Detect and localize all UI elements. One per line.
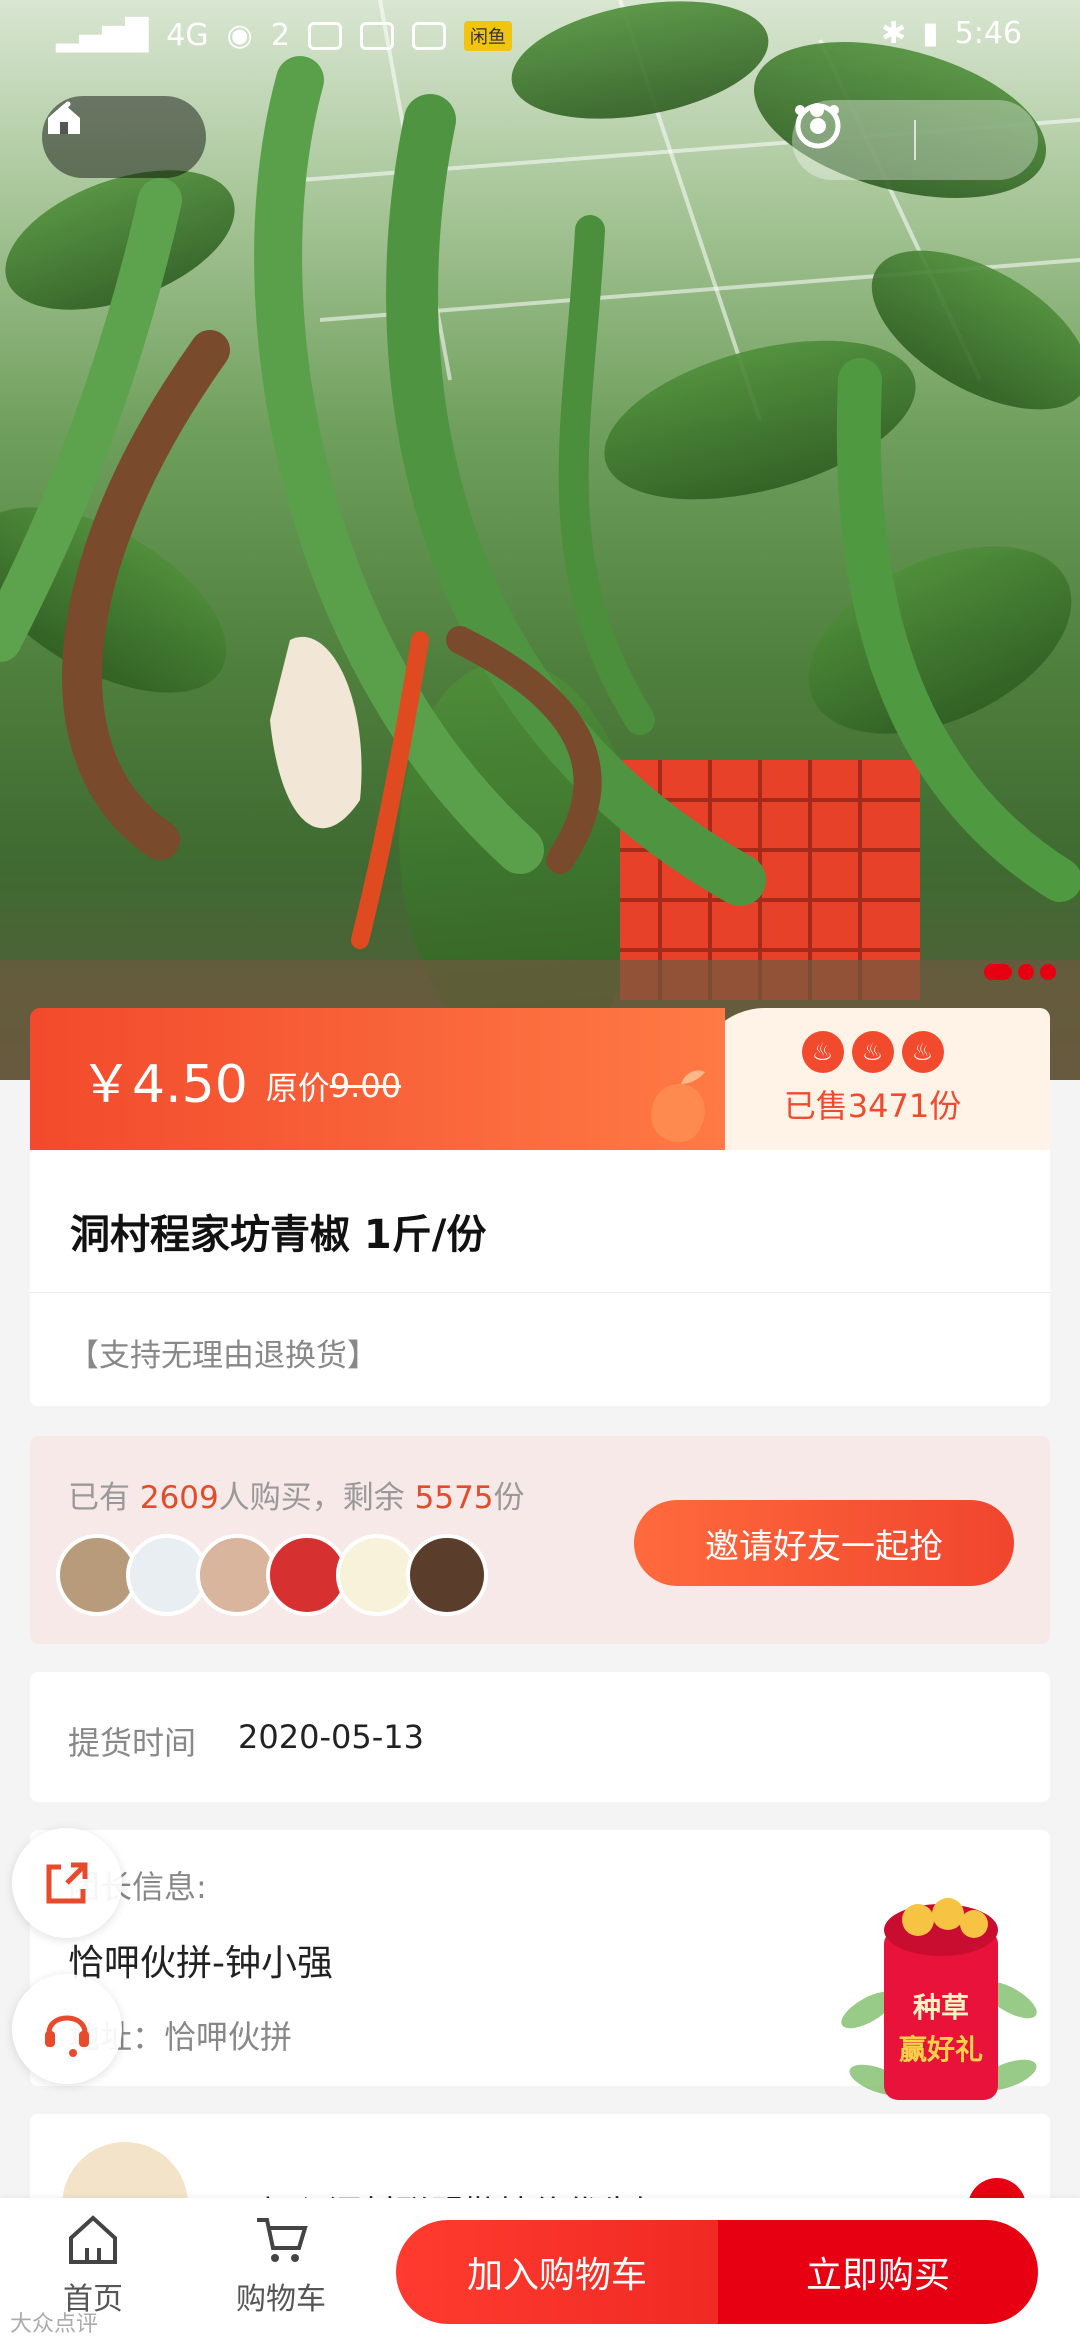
flame-icon: ♨ xyxy=(801,1031,844,1073)
gift-line1: 种草 xyxy=(912,1991,969,2024)
product-title: 洞村程家坊青椒 1斤/份 xyxy=(70,1212,487,1258)
home-outline-icon xyxy=(69,2215,117,2264)
stats-mid: 人购买，剩余 xyxy=(218,1480,415,1516)
product-hero-image[interactable]: ▂▄▆█ 4G ◉ 2 闲鱼 ✱ ▮ 5:46 xyxy=(0,0,1080,1080)
nav-capsule-right xyxy=(792,100,1038,180)
carousel-indicator xyxy=(984,964,1056,980)
battery-icon: ▮ xyxy=(922,16,939,51)
flame-icon: ♨ xyxy=(901,1031,944,1073)
pickup-date: 2020-05-13 xyxy=(238,1718,424,1756)
divider xyxy=(30,1292,1050,1293)
nav-home[interactable]: 首页 xyxy=(18,2212,168,2318)
nav-capsule-left xyxy=(42,96,206,178)
signal-icon: ▂▄▆█ xyxy=(56,18,149,53)
price-section: ￥4.50 原价 9.00 xyxy=(30,1008,725,1150)
cart-icon xyxy=(257,2218,308,2262)
pickup-label: 提货时间 xyxy=(68,1724,197,1762)
share-button[interactable] xyxy=(12,1828,122,1938)
sales-section: ♨ ♨ ♨ 已售3471份 xyxy=(695,1008,1050,1150)
share-icon xyxy=(46,1862,88,1904)
seed-gift-badge[interactable]: 种草 赢好礼 xyxy=(838,1890,1038,2120)
wifi-icon: ◉ xyxy=(226,18,253,53)
original-price: 9.00 xyxy=(329,1067,402,1105)
status-bar: ▂▄▆█ 4G ◉ 2 闲鱼 ✱ ▮ 5:46 xyxy=(0,0,1080,72)
nav-cart[interactable]: 购物车 xyxy=(206,2212,356,2318)
flame-icon: ♨ xyxy=(851,1031,894,1073)
avatar[interactable] xyxy=(406,1534,488,1616)
buy-now-button[interactable]: 立即购买 xyxy=(718,2220,1038,2324)
bought-count: 2609 xyxy=(139,1480,219,1516)
sim-slot: 2 xyxy=(270,18,290,53)
circle-target-icon[interactable] xyxy=(792,100,844,152)
wechat-icon xyxy=(307,21,342,50)
peach-decoration-icon xyxy=(651,1070,705,1143)
product-title-card: 洞村程家坊青椒 1斤/份 【支持无理由退换货】 xyxy=(30,1150,1050,1406)
remaining-count: 5575 xyxy=(414,1480,494,1516)
stats-prefix: 已有 xyxy=(68,1480,140,1516)
app-icon xyxy=(411,21,446,50)
leader-name: 恰呷伙拼-钟小强 xyxy=(68,1943,333,1984)
headset-icon xyxy=(45,2015,89,2057)
watermark: 大众点评 xyxy=(10,2312,99,2337)
pickup-time-card: 提货时间 2020-05-13 xyxy=(30,1672,1050,1802)
nav-cart-label: 购物车 xyxy=(236,2282,326,2317)
home-icon[interactable] xyxy=(42,96,86,140)
purchase-stats: 已有 2609人购买，剩余 5575份 xyxy=(68,1472,525,1517)
group-buy-card: 已有 2609人购买，剩余 5575份 邀请好友一起抢 xyxy=(30,1436,1050,1644)
network-type: 4G xyxy=(166,18,209,53)
capsule-divider xyxy=(914,120,916,160)
product-detail-page: ▂▄▆█ 4G ◉ 2 闲鱼 ✱ ▮ 5:46 ￥4.50 原价 9.00 ♨ … xyxy=(0,0,1080,2340)
stats-suffix: 份 xyxy=(493,1480,525,1516)
add-to-cart-button[interactable]: 加入购物车 xyxy=(396,2220,718,2324)
bottom-action-bar: 首页 购物车 加入购物车 立即购买 xyxy=(0,2198,1080,2340)
buyer-avatars xyxy=(56,1534,488,1616)
price-bar: ￥4.50 原价 9.00 ♨ ♨ ♨ 已售3471份 xyxy=(30,1008,1050,1150)
original-price-label: 原价 xyxy=(265,1069,330,1107)
message-icon xyxy=(359,21,394,50)
hot-flames: ♨ ♨ ♨ xyxy=(801,1031,944,1073)
sold-count: 已售3471份 xyxy=(783,1087,962,1125)
purchase-buttons: 加入购物车 立即购买 xyxy=(396,2220,1038,2324)
customer-service-button[interactable] xyxy=(12,1974,122,2084)
xianyu-badge: 闲鱼 xyxy=(463,20,512,51)
return-policy: 【支持无理由退换货】 xyxy=(68,1338,378,1374)
bluetooth-icon: ✱ xyxy=(880,16,907,51)
gift-line2: 赢好礼 xyxy=(898,2033,983,2066)
status-time: 5:46 xyxy=(954,16,1022,51)
current-price: ￥4.50 xyxy=(80,1054,248,1115)
invite-friends-button[interactable]: 邀请好友一起抢 xyxy=(634,1500,1014,1586)
